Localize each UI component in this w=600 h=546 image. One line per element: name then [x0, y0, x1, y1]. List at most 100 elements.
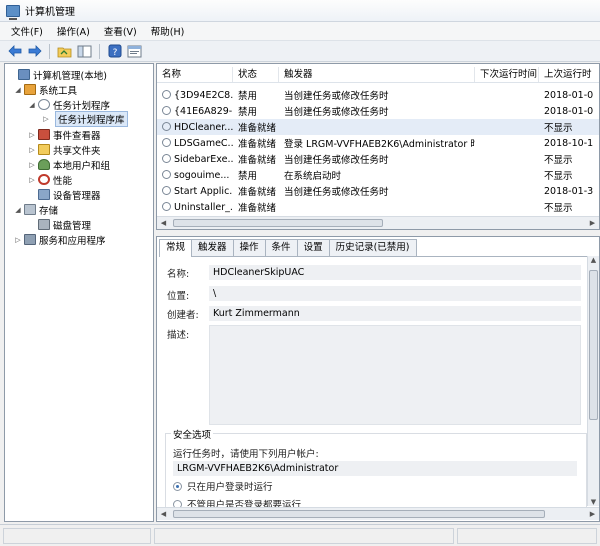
table-row[interactable]: Start Applic... 准备就绪 当创建任务或修改任务时 2018-01… [157, 183, 599, 199]
tree-item-storage[interactable]: ◢ 存储 [13, 202, 58, 217]
table-row[interactable]: {41E6A829-... 禁用 当创建任务或修改任务时 2018-01-0 [157, 103, 599, 119]
task-last-run: 不显示 [544, 203, 573, 214]
scroll-right-arrow-icon[interactable]: ▶ [586, 510, 599, 518]
task-last-run: 2018-10-1 [544, 137, 594, 149]
task-name: sogouime... [174, 169, 230, 181]
scroll-left-arrow-icon[interactable]: ◀ [157, 510, 170, 518]
table-row[interactable]: LDSGameC... 准备就绪 登录 LRGM-VVFHAEB2K6\Admi… [157, 135, 599, 151]
scrollbar-thumb[interactable] [173, 510, 545, 518]
scrollbar-thumb[interactable] [589, 270, 598, 420]
task-scheduler-icon [38, 99, 50, 110]
collapsed-arrow-icon[interactable]: ▷ [41, 115, 51, 123]
description-label: 描述: [167, 330, 190, 341]
collapsed-arrow-icon[interactable]: ▷ [13, 236, 23, 244]
radio-selected-icon[interactable] [173, 482, 182, 491]
collapsed-arrow-icon[interactable]: ▷ [27, 176, 37, 184]
tree-item-label: 共享文件夹 [53, 145, 101, 157]
menu-action[interactable]: 操作(A) [50, 24, 97, 38]
task-list[interactable]: 名称 状态 触发器 下次运行时间 上次运行时 {3D94E2C8... 禁用 当… [156, 63, 600, 230]
task-name: Uninstaller_... [174, 201, 233, 213]
task-status: 准备就绪 [238, 203, 277, 214]
expanded-arrow-icon[interactable]: ◢ [27, 101, 37, 109]
back-arrow-icon[interactable] [6, 43, 23, 59]
column-header-next-run[interactable]: 下次运行时间 [475, 67, 539, 82]
menu-bar: 文件(F) 操作(A) 查看(V) 帮助(H) [0, 22, 600, 40]
column-header-triggers[interactable]: 触发器 [279, 67, 475, 82]
tree-item-label: 本地用户和组 [53, 160, 111, 172]
tab-conditions[interactable]: 条件 [264, 239, 298, 256]
table-row[interactable]: HDCleaner... 准备就绪 不显示 [157, 119, 599, 135]
users-icon [38, 159, 50, 170]
tab-actions[interactable]: 操作 [232, 239, 266, 256]
tab-triggers[interactable]: 触发器 [191, 239, 234, 256]
scroll-down-arrow-icon[interactable]: ▼ [588, 498, 599, 506]
tree-item-computer-management[interactable]: 计算机管理(本地) [7, 67, 107, 82]
scroll-right-arrow-icon[interactable]: ▶ [586, 219, 599, 227]
tab-general[interactable]: 常规 [159, 239, 193, 257]
toolbar-separator [49, 43, 50, 59]
task-icon [162, 185, 171, 195]
task-icon [162, 89, 171, 99]
details-vertical-scrollbar[interactable]: ▲ ▼ [587, 256, 599, 506]
status-cell [457, 528, 597, 544]
menu-view[interactable]: 查看(V) [97, 24, 144, 38]
task-last-run: 2018-01-3 [544, 185, 594, 197]
description-field[interactable] [209, 325, 581, 425]
tree-item-local-users[interactable]: ▷ 本地用户和组 [27, 157, 110, 172]
column-header-last-run[interactable]: 上次运行时 [539, 67, 599, 82]
run-as-text: 运行任务时，请使用下列用户帐户: [173, 449, 319, 460]
name-field[interactable]: HDCleanerSkipUAC [209, 265, 581, 280]
navigation-tree[interactable]: 计算机管理(本地) ◢ 系统工具 ◢ 任务计划程序 ▷ 任务计划程序库 ▷ 事件… [4, 63, 154, 522]
location-label: 位置: [167, 291, 190, 302]
task-icon [162, 105, 171, 115]
tree-item-device-manager[interactable]: 设备管理器 [27, 187, 101, 202]
expanded-arrow-icon[interactable]: ◢ [13, 206, 23, 214]
column-header-status[interactable]: 状态 [233, 67, 279, 82]
scroll-up-arrow-icon[interactable]: ▲ [588, 256, 599, 264]
task-icon [162, 137, 171, 147]
menu-help[interactable]: 帮助(H) [144, 24, 192, 38]
up-folder-icon[interactable] [56, 43, 73, 59]
properties-icon[interactable] [126, 43, 143, 59]
location-field[interactable]: \ [209, 286, 581, 301]
collapsed-arrow-icon[interactable]: ▷ [27, 146, 37, 154]
tree-item-label: 系统工具 [39, 85, 78, 97]
toolbar: ? [0, 40, 600, 62]
tree-item-services-apps[interactable]: ▷ 服务和应用程序 [13, 232, 106, 247]
task-icon [162, 201, 171, 211]
user-account-field[interactable]: LRGM-VVFHAEB2K6\Administrator [173, 461, 577, 476]
task-icon [162, 153, 171, 163]
tree-item-label: 磁盘管理 [53, 220, 92, 232]
tree-item-task-scheduler-library[interactable]: ▷ 任务计划程序库 [41, 110, 128, 127]
tab-settings[interactable]: 设置 [296, 239, 330, 256]
general-tab-body: 名称: HDCleanerSkipUAC 位置: \ 创建者: Kurt Zim… [159, 256, 593, 513]
scroll-left-arrow-icon[interactable]: ◀ [157, 219, 170, 227]
option-run-when-logged-on[interactable]: 只在用户登录时运行 [173, 479, 273, 493]
author-field[interactable]: Kurt Zimmermann [209, 306, 581, 321]
menu-file[interactable]: 文件(F) [4, 24, 50, 38]
help-icon[interactable]: ? [106, 43, 123, 59]
task-list-horizontal-scrollbar[interactable]: ◀ ▶ [157, 216, 599, 229]
show-hide-tree-icon[interactable] [76, 43, 93, 59]
collapsed-arrow-icon[interactable]: ▷ [27, 161, 37, 169]
column-header-name[interactable]: 名称 [157, 67, 233, 82]
task-name: LDSGameC... [174, 137, 233, 149]
table-row[interactable]: SidebarExe... 准备就绪 当创建任务或修改任务时 不显示 [157, 151, 599, 167]
forward-arrow-icon[interactable] [26, 43, 43, 59]
tree-item-disk-management[interactable]: 磁盘管理 [27, 217, 91, 232]
tree-item-event-viewer[interactable]: ▷ 事件查看器 [27, 127, 101, 142]
tab-history[interactable]: 历史记录(已禁用) [328, 239, 417, 256]
table-row[interactable]: {3D94E2C8... 禁用 当创建任务或修改任务时 2018-01-0 [157, 87, 599, 103]
tree-item-shared-folders[interactable]: ▷ 共享文件夹 [27, 142, 101, 157]
tree-item-performance[interactable]: ▷ 性能 [27, 172, 72, 187]
collapsed-arrow-icon[interactable]: ▷ [27, 131, 37, 139]
tree-item-system-tools[interactable]: ◢ 系统工具 [13, 82, 77, 97]
tree-item-label: 任务计划程序 [53, 100, 111, 112]
scrollbar-thumb[interactable] [173, 219, 383, 227]
task-last-run: 不显示 [544, 123, 573, 134]
details-horizontal-scrollbar[interactable]: ◀ ▶ [157, 507, 599, 520]
table-row[interactable]: sogouime... 禁用 在系统启动时 不显示 [157, 167, 599, 183]
expanded-arrow-icon[interactable]: ◢ [13, 86, 23, 94]
table-row[interactable]: Uninstaller_... 准备就绪 不显示 [157, 199, 599, 215]
tree-item-label: 计算机管理(本地) [33, 70, 107, 82]
